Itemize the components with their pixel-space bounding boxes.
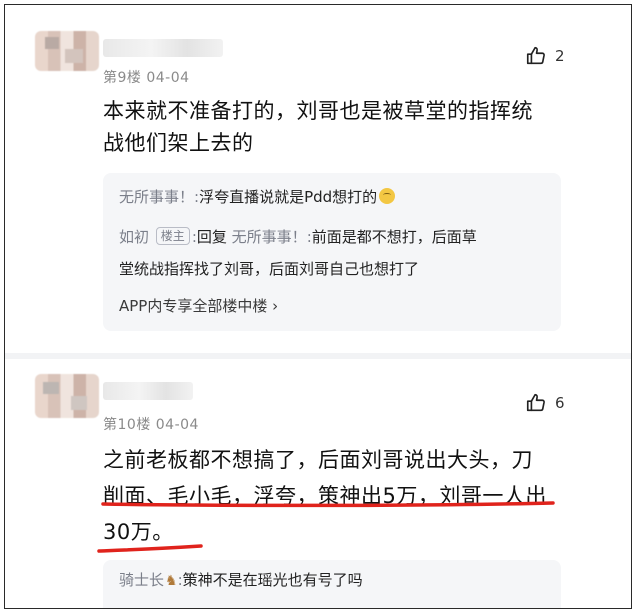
- avatar[interactable]: [35, 31, 99, 71]
- reply-author[interactable]: 无所事事！: [119, 188, 194, 206]
- username-blurred[interactable]: [103, 382, 193, 400]
- comment-floor-9: 第9楼 04-04 2 本来就不准备打的，刘哥也是被草堂的指挥统 战他们架上去的…: [5, 5, 631, 350]
- comment-floor-10: 第10楼 04-04 6 之前老板都不想搞了，后面刘哥说出大头，刀 削面、毛小毛…: [5, 360, 631, 608]
- thumbs-up-icon: [525, 45, 547, 67]
- comment-line: 30万。: [103, 520, 174, 544]
- floor-meta: 第10楼 04-04: [103, 417, 199, 433]
- screenshot-frame: 第9楼 04-04 2 本来就不准备打的，刘哥也是被草堂的指挥统 战他们架上去的…: [4, 4, 632, 609]
- like-count: 2: [555, 47, 565, 65]
- reply-text: 堂统战指挥找了刘哥，后面刘哥自己也想打了: [119, 260, 420, 278]
- reply-word: 回复: [196, 228, 227, 246]
- comment-line: 本来就不准备打的，刘哥也是被草堂的指挥统: [103, 99, 533, 123]
- reply-text: 前面是都不想打，后面草: [311, 228, 477, 246]
- floor-meta: 第9楼 04-04: [103, 70, 190, 86]
- horse-emoji-icon: ♞: [165, 573, 178, 589]
- like-count: 6: [555, 394, 565, 412]
- sub-reply-continuation: 堂统战指挥找了刘哥，后面刘哥自己也想打了: [119, 257, 419, 281]
- reply-author[interactable]: 如初: [119, 228, 149, 246]
- floor-divider: [5, 353, 631, 359]
- reply-author[interactable]: 骑士长: [119, 571, 164, 589]
- sub-replies-panel: 骑士长♞:策神不是在瑶光也有号了吗: [103, 560, 561, 608]
- sub-reply[interactable]: 骑士长♞:策神不是在瑶光也有号了吗: [119, 568, 363, 593]
- comment-body: 本来就不准备打的，刘哥也是被草堂的指挥统 战他们架上去的: [103, 95, 533, 159]
- like-button[interactable]: 2: [525, 45, 565, 67]
- thumbs-up-icon: [525, 392, 547, 414]
- sub-replies-panel: 无所事事！:浮夸直播说就是Pdd想打的 如初 楼主:回复 无所事事！:前面是都不…: [103, 173, 561, 331]
- like-button[interactable]: 6: [525, 392, 565, 414]
- reply-text: 浮夸直播说就是Pdd想打的: [199, 188, 378, 206]
- reply-target[interactable]: 无所事事！: [232, 228, 307, 246]
- sub-reply[interactable]: 无所事事！:浮夸直播说就是Pdd想打的: [119, 185, 396, 209]
- comment-line: 战他们架上去的: [103, 131, 254, 155]
- comment-body: 之前老板都不想搞了，后面刘哥说出大头，刀 削面、毛小毛，浮夸，策神出5万，刘哥一…: [103, 442, 547, 550]
- all-replies-link[interactable]: APP内专享全部楼中楼 ›: [119, 295, 278, 316]
- op-badge: 楼主: [155, 227, 190, 245]
- reply-text: 策神不是在瑶光也有号了吗: [182, 571, 363, 589]
- username-blurred[interactable]: [103, 39, 223, 57]
- comment-line: 之前老板都不想搞了，后面刘哥说出大头，刀: [103, 448, 533, 472]
- avatar[interactable]: [35, 374, 99, 418]
- comment-line: 削面、毛小毛，浮夸，策神出5万，刘哥一人出: [103, 484, 547, 508]
- grimace-emoji-icon: [379, 188, 396, 204]
- sub-reply[interactable]: 如初 楼主:回复 无所事事！:前面是都不想打，后面草: [119, 225, 477, 249]
